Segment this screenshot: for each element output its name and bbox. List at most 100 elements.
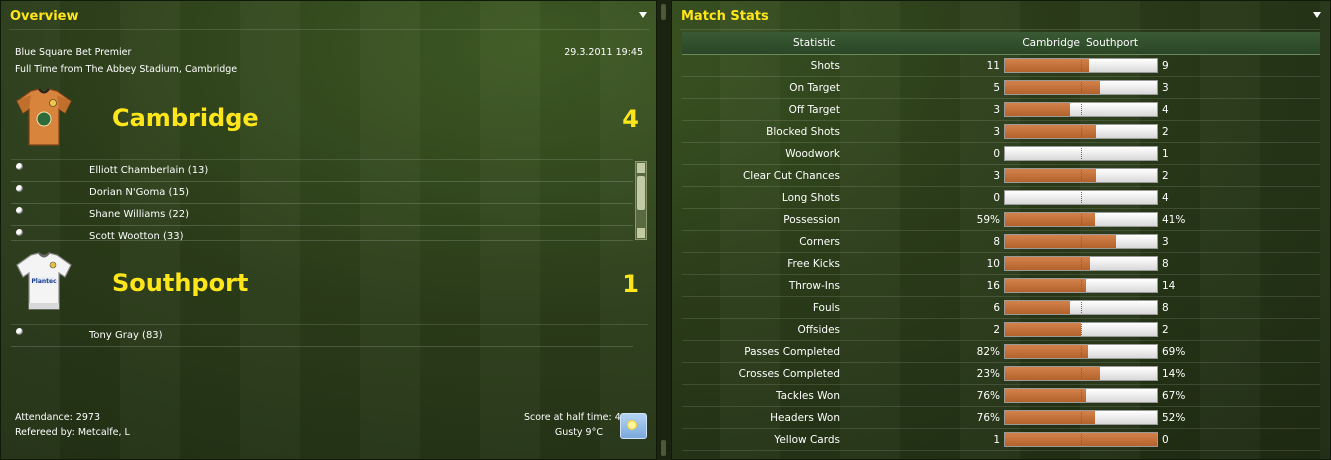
away-value: 4 bbox=[1162, 192, 1169, 204]
orange-shirt-icon bbox=[16, 88, 72, 146]
comparison-bar bbox=[1004, 322, 1158, 337]
splitter-grip-top[interactable] bbox=[661, 4, 666, 20]
scroll-down-arrow-icon[interactable] bbox=[637, 228, 645, 238]
scorer-name: Tony Gray (83) bbox=[89, 330, 163, 341]
bar-midline bbox=[1081, 236, 1082, 247]
home-bar-segment bbox=[1005, 279, 1086, 292]
stat-label: Possession bbox=[783, 214, 840, 226]
home-value: 76% bbox=[976, 412, 1000, 424]
comparison-bar bbox=[1004, 410, 1158, 425]
home-bar-segment bbox=[1005, 235, 1116, 248]
away-bar-segment bbox=[1096, 169, 1157, 182]
away-value: 1 bbox=[1162, 148, 1169, 160]
comparison-bar bbox=[1004, 190, 1158, 205]
bar-midline bbox=[1081, 170, 1082, 181]
bar-midline bbox=[1081, 258, 1082, 269]
away-value: 14% bbox=[1162, 368, 1186, 380]
home-bar-segment bbox=[1005, 125, 1096, 138]
home-bar-segment bbox=[1005, 169, 1096, 182]
match-stats-title: Match Stats bbox=[681, 9, 769, 24]
away-bar-segment bbox=[1095, 411, 1157, 424]
home-bar-segment bbox=[1005, 323, 1081, 336]
stat-label: On Target bbox=[789, 82, 840, 94]
stat-row: Shots 11 9 bbox=[682, 54, 1320, 77]
away-bar-segment bbox=[1089, 59, 1157, 72]
away-team-name: Southport bbox=[112, 269, 249, 297]
away-value: 8 bbox=[1162, 258, 1169, 270]
away-bar-segment bbox=[1070, 301, 1157, 314]
comparison-bar bbox=[1004, 146, 1158, 161]
panel-splitter[interactable] bbox=[657, 0, 671, 460]
home-value: 76% bbox=[976, 390, 1000, 402]
away-bar-segment bbox=[1070, 103, 1157, 116]
home-value: 23% bbox=[976, 368, 1000, 380]
overview-title: Overview bbox=[10, 9, 79, 24]
sunny-weather-icon bbox=[620, 413, 647, 439]
bar-midline bbox=[1081, 302, 1082, 313]
stat-row: Tackles Won 76% 67% bbox=[682, 384, 1320, 407]
white-shirt-icon: Plantec bbox=[16, 252, 72, 310]
bar-midline bbox=[1081, 192, 1082, 203]
weather-text: Gusty 9°C bbox=[554, 427, 603, 438]
stat-row: Offsides 2 2 bbox=[682, 318, 1320, 341]
comparison-bar bbox=[1004, 212, 1158, 227]
scorer-row[interactable]: Dorian N'Goma (15) bbox=[11, 181, 633, 204]
away-value: 0 bbox=[1162, 434, 1169, 446]
away-value: 52% bbox=[1162, 412, 1186, 424]
away-value: 3 bbox=[1162, 82, 1169, 94]
home-value: 3 bbox=[993, 126, 1000, 138]
bar-midline bbox=[1081, 214, 1082, 225]
home-value: 2 bbox=[993, 324, 1000, 336]
column-header-statistic[interactable]: Statistic bbox=[793, 37, 836, 49]
scrollbar-thumb[interactable] bbox=[637, 176, 645, 210]
column-header-home[interactable]: Cambridge bbox=[1022, 37, 1080, 49]
away-bar-segment bbox=[1088, 345, 1157, 358]
stat-row: Passes Completed 82% 69% bbox=[682, 340, 1320, 363]
bar-midline bbox=[1081, 126, 1082, 137]
away-value: 8 bbox=[1162, 302, 1169, 314]
home-bar-segment bbox=[1005, 81, 1100, 94]
scorers-scrollbar[interactable] bbox=[635, 161, 647, 240]
match-stats-menu-icon[interactable] bbox=[1313, 12, 1321, 18]
away-bar-segment bbox=[1086, 389, 1157, 402]
match-stats-panel: Match Stats Statistic Cambridge Southpor… bbox=[671, 0, 1331, 460]
away-value: 3 bbox=[1162, 236, 1169, 248]
away-value: 2 bbox=[1162, 170, 1169, 182]
goal-ball-icon bbox=[16, 328, 23, 335]
stat-row: Woodwork 0 1 bbox=[682, 142, 1320, 165]
scorer-row[interactable]: Shane Williams (22) bbox=[11, 203, 633, 226]
stat-label: Throw-Ins bbox=[788, 280, 840, 292]
comparison-bar bbox=[1004, 256, 1158, 271]
stat-label: Long Shots bbox=[781, 192, 840, 204]
scorer-row[interactable]: Tony Gray (83) bbox=[11, 324, 633, 347]
overview-menu-icon[interactable] bbox=[639, 12, 647, 18]
stat-row: Long Shots 0 4 bbox=[682, 186, 1320, 209]
stat-label: Passes Completed bbox=[744, 346, 840, 358]
stat-label: Yellow Cards bbox=[774, 434, 840, 446]
comparison-bar bbox=[1004, 58, 1158, 73]
home-bar-segment bbox=[1005, 301, 1070, 314]
home-value: 59% bbox=[976, 214, 1000, 226]
away-bar-segment bbox=[1095, 213, 1157, 226]
bar-midline bbox=[1081, 280, 1082, 291]
scorer-row[interactable]: Elliott Chamberlain (13) bbox=[11, 159, 633, 182]
scorer-name: Dorian N'Goma (15) bbox=[89, 187, 190, 198]
splitter-grip-bottom[interactable] bbox=[661, 440, 666, 456]
home-bar-segment bbox=[1005, 59, 1089, 72]
bar-midline bbox=[1081, 368, 1082, 379]
stat-label: Clear Cut Chances bbox=[742, 170, 840, 182]
comparison-bar bbox=[1004, 102, 1158, 117]
home-value: 11 bbox=[986, 60, 1000, 72]
stat-label: Blocked Shots bbox=[766, 126, 840, 138]
scroll-up-arrow-icon[interactable] bbox=[637, 163, 645, 173]
home-bar-segment bbox=[1005, 257, 1090, 270]
home-value: 10 bbox=[986, 258, 1000, 270]
scorer-row[interactable]: Scott Wootton (33) bbox=[11, 225, 633, 242]
stat-row: Clear Cut Chances 3 2 bbox=[682, 164, 1320, 187]
home-score: 4 bbox=[622, 105, 639, 133]
bar-midline bbox=[1081, 434, 1082, 445]
column-header-away[interactable]: Southport bbox=[1086, 37, 1138, 49]
svg-text:Plantec: Plantec bbox=[31, 278, 57, 285]
away-value: 2 bbox=[1162, 126, 1169, 138]
away-value: 9 bbox=[1162, 60, 1169, 72]
